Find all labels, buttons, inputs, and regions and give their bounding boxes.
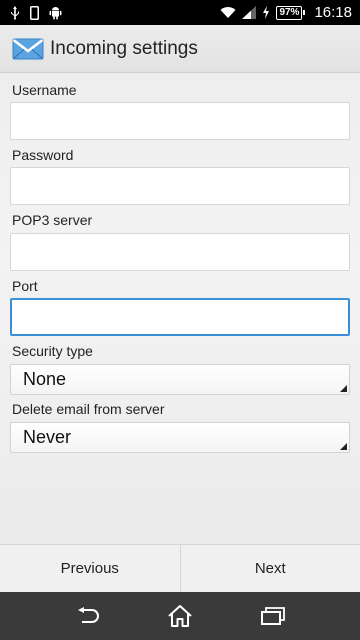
dropdown-corner-icon xyxy=(340,443,347,450)
delete-email-label: Delete email from server xyxy=(12,401,165,417)
pop3-server-input[interactable] xyxy=(10,233,350,271)
phone-icon xyxy=(30,5,39,20)
port-input[interactable] xyxy=(10,298,350,336)
next-button[interactable]: Next xyxy=(179,545,360,592)
page-title: Incoming settings xyxy=(50,37,198,59)
clock: 16:18 xyxy=(314,4,352,21)
screen: 97% 16:18 Incoming settings Username Pas… xyxy=(0,0,360,640)
status-right: 97% 16:18 xyxy=(220,4,352,21)
navigation-bar xyxy=(0,592,360,640)
wifi-icon xyxy=(220,6,236,19)
battery-indicator: 97% xyxy=(276,5,306,20)
status-left xyxy=(10,5,62,20)
action-bar: Previous Next xyxy=(0,544,360,592)
usb-icon xyxy=(10,5,20,20)
delete-email-value: Never xyxy=(23,427,72,447)
incoming-settings-form: Username Password POP3 server Port Secur… xyxy=(0,74,360,544)
previous-button[interactable]: Previous xyxy=(0,545,180,592)
password-label: Password xyxy=(12,147,74,163)
security-type-label: Security type xyxy=(12,343,93,359)
recent-apps-icon[interactable] xyxy=(253,596,293,636)
android-icon xyxy=(49,6,62,20)
username-input[interactable] xyxy=(10,102,350,140)
security-type-value: None xyxy=(23,369,67,389)
port-label: Port xyxy=(12,278,38,294)
dropdown-corner-icon xyxy=(340,385,347,392)
email-envelope-icon xyxy=(12,37,44,61)
security-type-select[interactable]: None xyxy=(10,364,350,395)
title-bar: Incoming settings xyxy=(0,25,360,73)
charging-icon xyxy=(262,6,270,19)
pop3-server-label: POP3 server xyxy=(12,212,93,228)
username-label: Username xyxy=(12,82,77,98)
status-bar: 97% 16:18 xyxy=(0,0,360,25)
password-input[interactable] xyxy=(10,167,350,205)
home-icon[interactable] xyxy=(160,596,200,636)
back-icon[interactable] xyxy=(67,596,107,636)
delete-email-select[interactable]: Never xyxy=(10,422,350,453)
signal-icon xyxy=(242,6,257,19)
